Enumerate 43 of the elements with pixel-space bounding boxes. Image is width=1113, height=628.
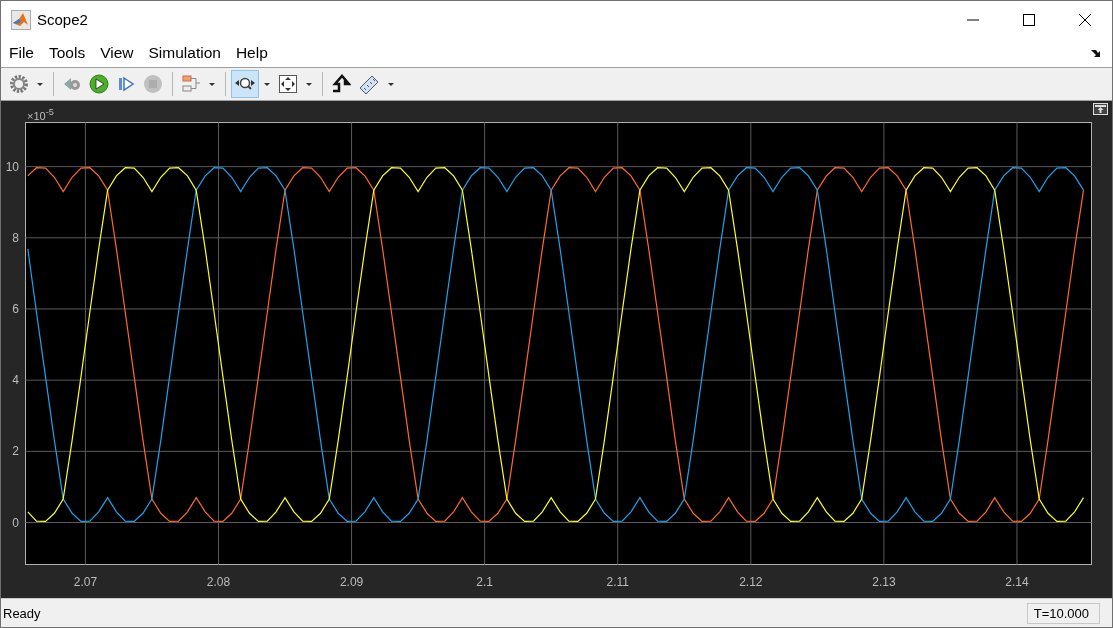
- menu-item[interactable]: File: [9, 43, 34, 62]
- axis-tick-label: 2.13: [872, 574, 896, 589]
- layout-icon: [181, 74, 201, 94]
- app-logo-icon: [11, 9, 31, 30]
- settings-icon: [9, 74, 29, 94]
- minimize-icon: [967, 18, 979, 21]
- menu-item[interactable]: Tools: [49, 43, 86, 62]
- stop-icon: [143, 74, 163, 94]
- axis-tick-label: 2.08: [206, 574, 231, 589]
- menu-item[interactable]: Simulation: [148, 43, 221, 62]
- axis-tick-label: 2.09: [339, 574, 364, 589]
- axis-tick-label: 2.1: [476, 574, 493, 589]
- simulation-time: T=10.000: [1026, 602, 1100, 624]
- caret-icon[interactable]: [209, 82, 215, 86]
- axis-tick-label: 10: [5, 159, 19, 174]
- axis-tick-label: 2.07: [73, 574, 98, 589]
- axis-tick-label: 2: [12, 444, 19, 459]
- zoom-x-button[interactable]: [231, 70, 259, 98]
- caret-icon[interactable]: [37, 82, 43, 86]
- window-title: Scope2: [37, 11, 88, 28]
- ruler-icon: [358, 74, 380, 94]
- axis-tick-label: 6: [12, 302, 19, 316]
- fit-to-view-icon: [278, 74, 298, 94]
- axis-tick-label: 2.11: [606, 574, 629, 589]
- caret-icon[interactable]: [264, 82, 270, 86]
- axis-tick-label: 2.12: [739, 574, 763, 589]
- caret-icon[interactable]: [306, 82, 312, 86]
- axis-tick-label: 4: [12, 373, 19, 388]
- caret-icon[interactable]: [388, 82, 394, 86]
- dock-arrow-icon[interactable]: [1090, 47, 1102, 58]
- menu-item[interactable]: Help: [235, 43, 268, 62]
- trigger-icon: [331, 74, 351, 94]
- menu-item[interactable]: View: [100, 43, 134, 62]
- close-icon: [1079, 13, 1091, 26]
- axis-tick-label: 0: [12, 515, 19, 530]
- status-text: Ready: [3, 605, 41, 621]
- maximize-icon: [1023, 13, 1035, 26]
- step-forward-icon: [116, 74, 136, 94]
- axis-tick-label: 2.14: [1005, 574, 1029, 589]
- undock-icon[interactable]: [1093, 103, 1108, 115]
- axis-exponent-label: ×10$^{-5}$: [27, 106, 54, 123]
- axis-tick-label: 8: [12, 230, 19, 245]
- play-icon: [89, 74, 109, 94]
